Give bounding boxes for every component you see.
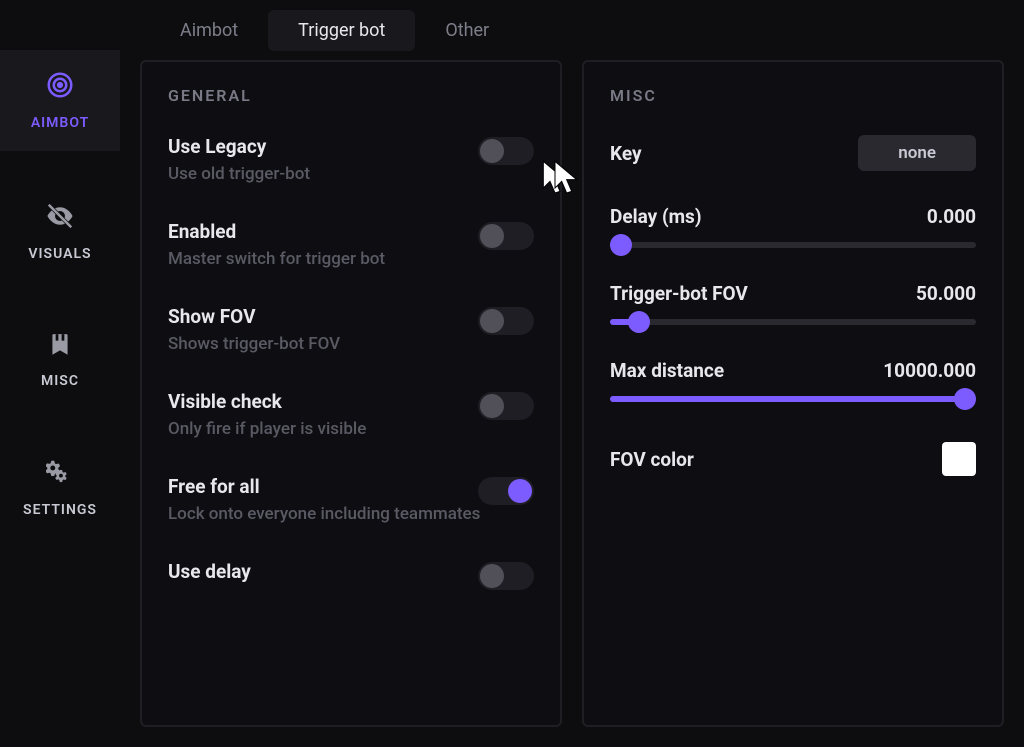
option-label: Free for all (168, 475, 478, 498)
panel-title: GENERAL (168, 86, 534, 105)
toggle-use-delay[interactable] (478, 562, 534, 590)
fov-color-swatch[interactable] (942, 442, 976, 476)
row-key: Key none (610, 135, 976, 171)
panel-general: GENERAL Use Legacy Use old trigger-bot E… (140, 60, 562, 727)
sidebar-item-label: AIMBOT (31, 115, 89, 131)
toggle-show-fov[interactable] (478, 307, 534, 335)
tab-trigger-bot[interactable]: Trigger bot (268, 10, 415, 51)
slider-track-max-distance[interactable] (610, 396, 976, 402)
option-visible-check: Visible check Only fire if player is vis… (168, 390, 534, 439)
option-free-for-all: Free for all Lock onto everyone includin… (168, 475, 534, 524)
slider-label: Trigger-bot FOV (610, 282, 748, 305)
toggle-use-legacy[interactable] (478, 137, 534, 165)
sidebar-item-aimbot[interactable]: AIMBOT (0, 50, 120, 151)
toggle-enabled[interactable] (478, 222, 534, 250)
slider-max-distance: Max distance 10000.000 (610, 359, 976, 402)
slider-value: 0.000 (927, 205, 976, 228)
sidebar-item-label: MISC (41, 373, 79, 389)
toggle-free-for-all[interactable] (478, 477, 534, 505)
toggle-visible-check[interactable] (478, 392, 534, 420)
option-show-fov: Show FOV Shows trigger-bot FOV (168, 305, 534, 354)
bookmark-icon (47, 332, 73, 363)
sidebar-item-label: VISUALS (28, 246, 91, 262)
option-desc: Shows trigger-bot FOV (168, 334, 478, 354)
panel-title: MISC (610, 86, 976, 105)
option-use-delay: Use delay (168, 560, 534, 590)
key-label: Key (610, 142, 642, 165)
tab-aimbot[interactable]: Aimbot (150, 10, 268, 51)
option-enabled: Enabled Master switch for trigger bot (168, 220, 534, 269)
sidebar-item-settings[interactable]: SETTINGS (0, 439, 120, 538)
eye-off-icon (45, 201, 75, 236)
slider-track-fov[interactable] (610, 319, 976, 325)
fov-color-label: FOV color (610, 448, 694, 471)
slider-fov: Trigger-bot FOV 50.000 (610, 282, 976, 325)
key-button[interactable]: none (858, 135, 976, 171)
option-label: Use delay (168, 560, 478, 583)
gears-icon (46, 459, 74, 492)
sidebar-item-misc[interactable]: MISC (0, 312, 120, 409)
slider-value: 50.000 (916, 282, 976, 305)
main: Aimbot Trigger bot Other GENERAL Use Leg… (120, 0, 1024, 747)
option-desc: Use old trigger-bot (168, 164, 478, 184)
option-label: Visible check (168, 390, 478, 413)
option-label: Show FOV (168, 305, 478, 328)
slider-label: Max distance (610, 359, 724, 382)
option-label: Use Legacy (168, 135, 478, 158)
sidebar-item-visuals[interactable]: VISUALS (0, 181, 120, 282)
option-label: Enabled (168, 220, 478, 243)
sidebar: AIMBOT VISUALS MISC SET (0, 0, 120, 747)
option-desc: Master switch for trigger bot (168, 249, 478, 269)
row-fov-color: FOV color (610, 442, 976, 476)
panel-misc: MISC Key none Delay (ms) 0.000 Trigger-b… (582, 60, 1004, 727)
slider-thumb[interactable] (610, 234, 632, 256)
slider-thumb[interactable] (954, 388, 976, 410)
slider-delay: Delay (ms) 0.000 (610, 205, 976, 248)
tabs: Aimbot Trigger bot Other (140, 0, 1004, 60)
slider-thumb[interactable] (628, 311, 650, 333)
slider-track-delay[interactable] (610, 242, 976, 248)
option-use-legacy: Use Legacy Use old trigger-bot (168, 135, 534, 184)
option-desc: Lock onto everyone including teammates (168, 504, 478, 524)
option-desc: Only fire if player is visible (168, 419, 478, 439)
sidebar-item-label: SETTINGS (23, 502, 97, 518)
slider-label: Delay (ms) (610, 205, 701, 228)
slider-value: 10000.000 (883, 359, 976, 382)
target-icon (45, 70, 75, 105)
panels: GENERAL Use Legacy Use old trigger-bot E… (140, 60, 1004, 727)
tab-other[interactable]: Other (415, 10, 519, 51)
